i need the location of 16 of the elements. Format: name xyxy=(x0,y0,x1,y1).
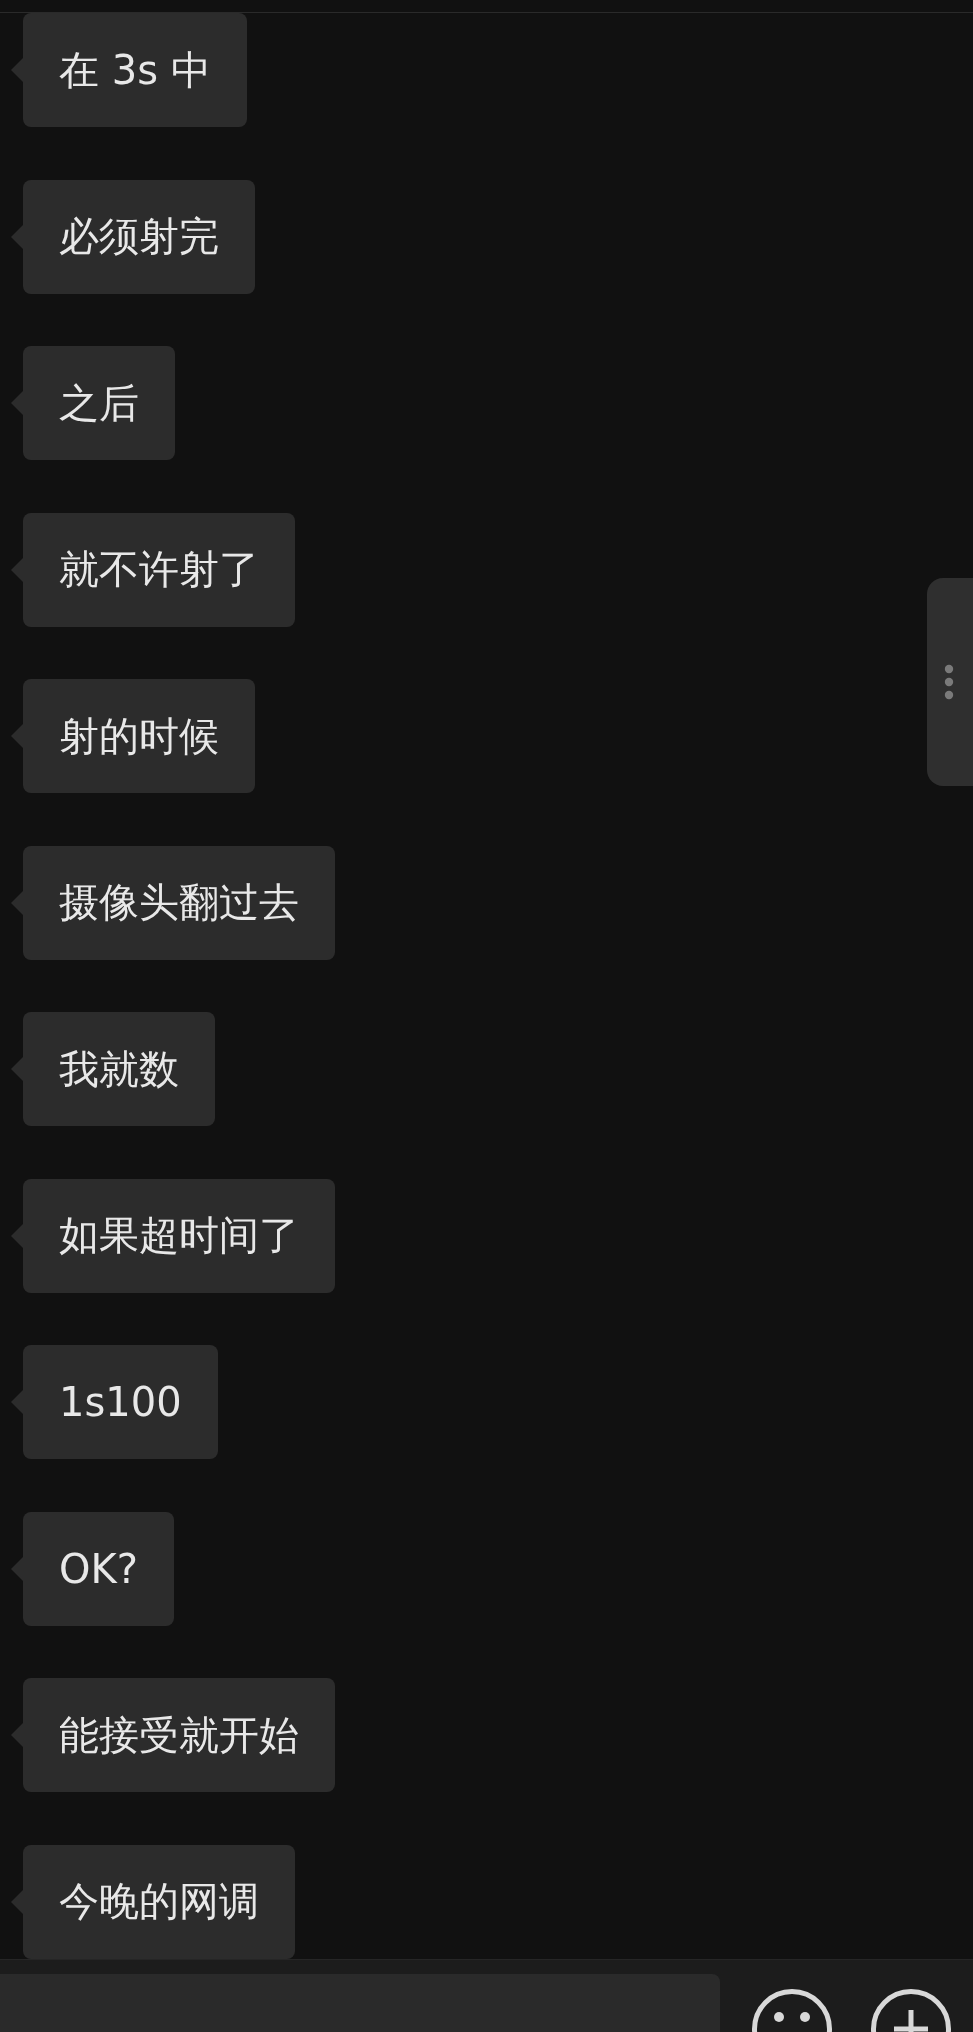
message-bubble: 摄像头翻过去 xyxy=(11,845,335,960)
message-bubble: 我就数 xyxy=(11,1012,215,1126)
message-bubble: 射的时候 xyxy=(11,679,255,793)
plus-icon[interactable] xyxy=(870,1988,952,2032)
message-bubble: 必须射完 xyxy=(11,179,255,294)
message-bubble: 就不许射了 xyxy=(11,512,295,627)
more-icon xyxy=(944,664,954,700)
message-bubble: OK? xyxy=(11,1511,174,1626)
message-bubble: 在 3s 中 xyxy=(11,13,247,127)
emoji-icon[interactable] xyxy=(751,1988,833,2032)
message-bubble: 今晚的网调 xyxy=(11,1844,295,1959)
side-handle[interactable] xyxy=(927,578,973,786)
message-bubble: 之后 xyxy=(11,346,175,460)
message-bubble: 能接受就开始 xyxy=(11,1678,335,1792)
message-bubble: 如果超时间了 xyxy=(11,1178,335,1293)
message-bubble: 1s100 xyxy=(11,1345,218,1459)
